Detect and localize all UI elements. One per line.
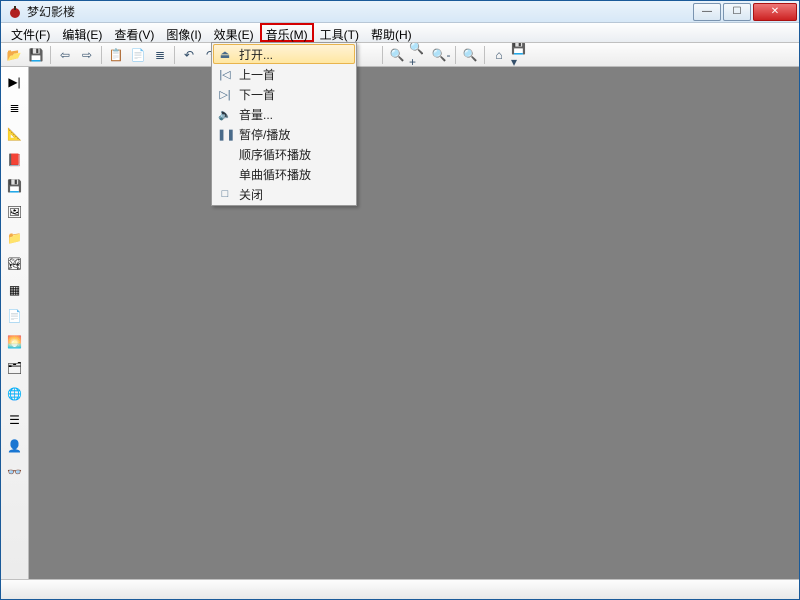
app-body: ▶| ≣ 📐 📕 💾 🖼 📁 🏞 ▦ 📄 🌅 🗂 🌐 ☰ 👤 👓 [1,67,799,579]
music-single-loop[interactable]: 单曲循环播放 [213,164,355,184]
music-close[interactable]: □ 关闭 [213,184,355,204]
menu-file[interactable]: 文件(F) [5,23,56,42]
tool-copy[interactable]: 📋 [105,45,127,65]
left-globe-button[interactable]: 🌐 [6,385,24,403]
left-disk-button[interactable]: 💾 [6,177,24,195]
left-collapse-button[interactable]: ▶| [6,73,24,91]
pause-icon: ❚❚ [217,128,233,141]
music-seq-loop[interactable]: 顺序循环播放 [213,144,355,164]
menu-image[interactable]: 图像(I) [160,23,207,42]
tool-paste[interactable]: 📄 [127,45,149,65]
tool-zoom-out[interactable]: 🔍- [430,45,452,65]
left-person-button[interactable]: 👤 [6,437,24,455]
music-next-label: 下一首 [239,86,275,103]
app-window: 梦幻影楼 — ☐ ✕ 文件(F) 编辑(E) 查看(V) 图像(I) 效果(E)… [0,0,800,600]
left-face-button[interactable]: 👓 [6,463,24,481]
tool-forward[interactable]: ⇨ [76,45,98,65]
tool-zoom-fit[interactable]: 🔍 [459,45,481,65]
music-prev-label: 上一首 [239,66,275,83]
music-dropdown: ⏏ 打开... |◁ 上一首 ▷| 下一首 🔈 音量... ❚❚ 暂停/播放 顺 [211,42,357,206]
separator [484,46,485,64]
tool-align[interactable]: ≣ [149,45,171,65]
music-volume[interactable]: 🔈 音量... [213,104,355,124]
left-note-button[interactable]: 📄 [6,307,24,325]
left-toolbar: ▶| ≣ 📐 📕 💾 🖼 📁 🏞 ▦ 📄 🌅 🗂 🌐 ☰ 👤 👓 [1,67,29,579]
left-folder-button[interactable]: 📁 [6,229,24,247]
titlebar: 梦幻影楼 — ☐ ✕ [1,1,799,23]
menu-music[interactable]: 音乐(M) [260,23,314,42]
menubar: 文件(F) 编辑(E) 查看(V) 图像(I) 效果(E) 音乐(M) 工具(T… [1,23,799,43]
prev-track-icon: |◁ [217,68,233,81]
next-track-icon: ▷| [217,88,233,101]
music-seq-label: 顺序循环播放 [239,146,311,163]
left-list-button[interactable]: ≣ [6,99,24,117]
menu-effect[interactable]: 效果(E) [208,23,260,42]
app-title: 梦幻影楼 [27,3,75,20]
tool-back[interactable]: ⇦ [54,45,76,65]
volume-icon: 🔈 [217,108,233,121]
close-button[interactable]: ✕ [753,3,797,21]
left-card-button[interactable]: 🗂 [6,359,24,377]
left-book-button[interactable]: 📕 [6,151,24,169]
music-open[interactable]: ⏏ 打开... [213,44,355,64]
tool-zoom-in[interactable]: 🔍+ [408,45,430,65]
music-open-label: 打开... [239,46,273,63]
separator [455,46,456,64]
left-stripes-button[interactable]: ☰ [6,411,24,429]
separator [101,46,102,64]
separator [50,46,51,64]
menu-view[interactable]: 查看(V) [108,23,160,42]
music-close-label: 关闭 [239,186,263,203]
maximize-button[interactable]: ☐ [723,3,751,21]
minimize-button[interactable]: — [693,3,721,21]
menu-tool[interactable]: 工具(T) [314,23,365,42]
left-image-button[interactable]: 🏞 [6,255,24,273]
music-single-label: 单曲循环播放 [239,166,311,183]
tool-undo[interactable]: ↶ [178,45,200,65]
left-purple-button[interactable]: ▦ [6,281,24,299]
music-pause-label: 暂停/播放 [239,126,290,143]
music-pause-play[interactable]: ❚❚ 暂停/播放 [213,124,355,144]
left-picture-button[interactable]: 🖼 [6,203,24,221]
toolbar: 📂 💾 ⇦ ⇨ 📋 📄 ≣ ↶ ↷ 🔍 🔍+ 🔍- 🔍 ⌂ 💾▾ [1,43,799,67]
workspace [29,67,799,579]
tool-open[interactable]: 📂 [3,45,25,65]
app-icon [7,4,23,20]
tool-save-as[interactable]: 💾▾ [510,45,532,65]
left-ruler-button[interactable]: 📐 [6,125,24,143]
eject-icon: ⏏ [217,48,233,61]
tool-save[interactable]: 💾 [25,45,47,65]
statusbar [1,579,799,599]
menu-help[interactable]: 帮助(H) [365,23,418,42]
left-sunset-button[interactable]: 🌅 [6,333,24,351]
tool-home[interactable]: ⌂ [488,45,510,65]
separator [174,46,175,64]
tool-zoom[interactable]: 🔍 [386,45,408,65]
menu-edit[interactable]: 编辑(E) [56,23,108,42]
music-prev[interactable]: |◁ 上一首 [213,64,355,84]
separator [382,46,383,64]
music-next[interactable]: ▷| 下一首 [213,84,355,104]
music-volume-label: 音量... [239,106,273,123]
stop-icon: □ [217,188,233,200]
